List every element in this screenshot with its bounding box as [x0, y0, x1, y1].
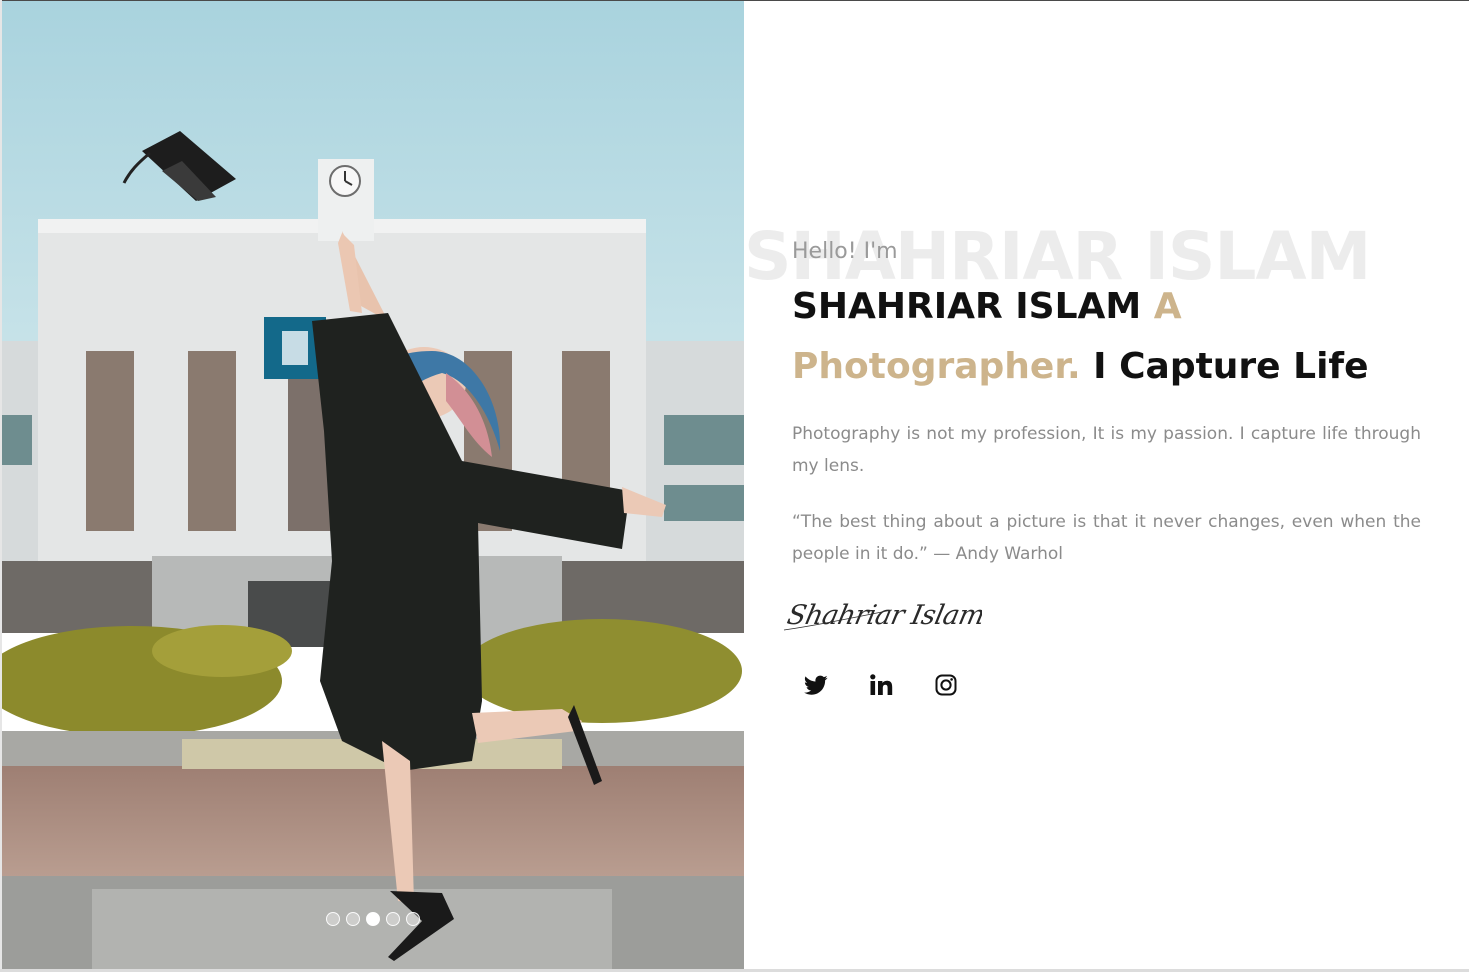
slider-dot-4[interactable]	[386, 912, 400, 926]
headline: SHAHRIAR ISLAM A Photographer. I Capture…	[792, 277, 1432, 397]
headline-accent-a: A	[1153, 286, 1182, 327]
twitter-icon	[804, 673, 828, 702]
hero-photo	[2, 1, 744, 969]
slider-dots	[326, 912, 420, 926]
social-links	[792, 663, 970, 711]
intro-section: SHAHRIAR ISLAM Hello! I'm SHAHRIAR ISLAM…	[744, 0, 1469, 972]
intro-quote: “The best thing about a picture is that …	[792, 512, 1421, 564]
headline-accent-role: Photographer.	[792, 346, 1081, 387]
instagram-link[interactable]	[922, 663, 970, 711]
linkedin-link[interactable]	[857, 663, 905, 711]
greeting-text: Hello! I'm	[792, 239, 898, 264]
instagram-icon	[934, 673, 958, 702]
intro-paragraph: Photography is not my profession, It is …	[792, 424, 1421, 476]
slider-dot-2[interactable]	[346, 912, 360, 926]
slider-dot-3[interactable]	[366, 912, 380, 926]
linkedin-icon	[869, 673, 893, 702]
slider-dot-1[interactable]	[326, 912, 340, 926]
slider-dot-5[interactable]	[406, 912, 420, 926]
svg-text:Shahriar Islam: Shahriar Islam	[784, 600, 982, 631]
headline-tagline: I Capture Life	[1093, 346, 1369, 387]
graduate-photo-illustration	[2, 1, 744, 969]
headline-name: SHAHRIAR ISLAM	[792, 286, 1142, 327]
signature-image: Shahriar Islam	[782, 586, 987, 642]
twitter-link[interactable]	[792, 663, 840, 711]
